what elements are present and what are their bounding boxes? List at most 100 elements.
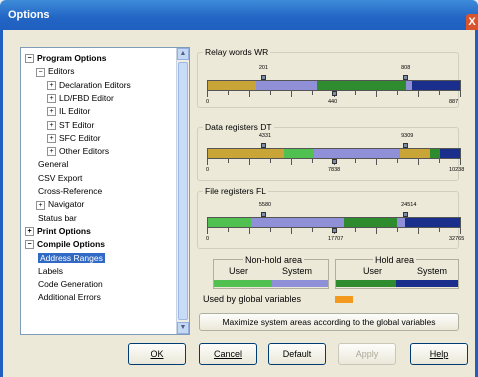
- collapse-icon[interactable]: −: [25, 54, 34, 64]
- tree-item[interactable]: CSV Export: [36, 172, 82, 185]
- tree-item-label: Other Editors: [59, 146, 110, 157]
- tree-item-label: Address Ranges: [38, 252, 105, 263]
- expand-icon[interactable]: +: [47, 80, 56, 90]
- close-icon[interactable]: X: [466, 14, 478, 30]
- scroll-down-icon[interactable]: ▼: [177, 322, 189, 334]
- tree-item[interactable]: − Compile Options: [25, 238, 105, 251]
- relay-bar-segment: [412, 81, 460, 90]
- relay-max-label: 887: [449, 99, 459, 105]
- legend-user-label: User: [229, 266, 249, 276]
- cancel-button[interactable]: Cancel: [199, 343, 257, 365]
- fl-max-label: 32765: [449, 236, 465, 242]
- relay-bottom-mark-label: 440: [328, 99, 338, 105]
- tree-item-label: Cross-Reference: [38, 186, 103, 196]
- tree-item[interactable]: + Other Editors: [47, 145, 109, 158]
- tree-item-label: General: [38, 159, 69, 170]
- relay-bottom-marker[interactable]: [332, 91, 337, 96]
- dt-bottom-marker[interactable]: [332, 159, 337, 164]
- relay-group-label: Relay words WR: [203, 47, 271, 57]
- tree-item[interactable]: + Navigator: [36, 198, 84, 211]
- default-label: Default: [282, 349, 312, 359]
- relay-top-mark-label: 808: [401, 65, 411, 71]
- tree-item-label: Additional Errors: [38, 292, 101, 303]
- maximize-system-areas-button[interactable]: Maximize system areas according to the g…: [199, 313, 459, 331]
- expand-icon[interactable]: +: [36, 200, 45, 210]
- dt-top-mark-label: 9309: [401, 133, 414, 139]
- dt-max-label: 10238: [449, 167, 465, 173]
- tree-item[interactable]: + LD/FBD Editor: [47, 92, 114, 105]
- dt-bottom-mark-label: 7838: [328, 167, 341, 173]
- tree-item[interactable]: Code Generation: [36, 278, 103, 291]
- hold-label: Hold area: [373, 255, 417, 265]
- fl-bottom-marker[interactable]: [332, 228, 337, 233]
- tree-item[interactable]: + SFC Editor: [47, 132, 101, 145]
- expand-icon[interactable]: +: [47, 107, 56, 117]
- ok-label: OK: [150, 349, 164, 359]
- expand-icon[interactable]: +: [47, 134, 56, 144]
- default-button[interactable]: Default: [268, 343, 326, 365]
- tree-item[interactable]: Status bar: [36, 212, 77, 225]
- collapse-icon[interactable]: −: [25, 240, 34, 250]
- expand-icon[interactable]: +: [25, 227, 34, 237]
- fl-bar-segment: [397, 218, 405, 227]
- relay-bar-segment: [316, 81, 406, 90]
- fl-top-mark-label: 5580: [258, 202, 272, 208]
- relay-top-mark-label: 201: [258, 65, 269, 71]
- tree-item-label: Labels: [38, 265, 64, 276]
- fl-min-label: 0: [206, 236, 210, 242]
- tree-item[interactable]: Cross-Reference: [36, 185, 102, 198]
- tree-item[interactable]: − Editors: [36, 65, 74, 78]
- relay-bar-segment: [255, 81, 317, 90]
- dt-bar-segment: [208, 149, 284, 158]
- collapse-icon[interactable]: −: [36, 67, 45, 77]
- apply-button[interactable]: Apply: [338, 343, 396, 365]
- legend-hold-user-label: User: [363, 266, 383, 276]
- global-vars-label: Used by global variables: [203, 294, 302, 304]
- dt-bar-segment: [429, 149, 440, 158]
- legend-hold-system-label: System: [417, 266, 448, 276]
- tree-item[interactable]: − Program Options: [25, 52, 106, 65]
- legend-hold-system-swatch: [396, 280, 458, 287]
- tree-item-label: Status bar: [38, 212, 77, 223]
- expand-icon[interactable]: +: [47, 120, 56, 130]
- tree-item[interactable]: + ST Editor: [47, 119, 94, 132]
- tree-item[interactable]: Labels: [36, 265, 63, 278]
- fl-bar-segment: [208, 218, 251, 227]
- dt-bar-segment: [399, 149, 430, 158]
- tree-item-label: Code Generation: [38, 279, 103, 290]
- options-tree[interactable]: ▲ ▼ − Program Options − Editors + Declaration…: [20, 47, 190, 335]
- tree-item-label: Declaration Editors: [59, 79, 131, 90]
- legend-global-swatch: [335, 296, 353, 303]
- relay-range-bar: [207, 80, 461, 91]
- expand-icon[interactable]: +: [47, 94, 56, 104]
- legend-hold-user-swatch: [336, 280, 396, 287]
- relay-bar-segment: [208, 81, 256, 90]
- relay-min-label: 0: [206, 99, 210, 105]
- dt-bar-segment: [283, 149, 314, 158]
- title-bar[interactable]: Options X: [0, 0, 478, 30]
- tree-item[interactable]: General: [36, 158, 68, 171]
- legend-nonhold-user-swatch: [214, 280, 272, 287]
- scroll-thumb[interactable]: [178, 62, 188, 320]
- fl-range-bar: [207, 217, 461, 228]
- expand-icon[interactable]: +: [47, 147, 56, 157]
- tree-item[interactable]: Additional Errors: [36, 291, 101, 304]
- tree-item[interactable]: + Print Options: [25, 225, 91, 238]
- legend-system-label: System: [282, 266, 313, 276]
- tree-item[interactable]: + Declaration Editors: [47, 79, 131, 92]
- scroll-up-icon[interactable]: ▲: [177, 48, 189, 60]
- help-button[interactable]: Help: [410, 343, 468, 365]
- tree-item[interactable]: Address Ranges: [36, 252, 105, 265]
- help-label: Help: [429, 349, 449, 359]
- tree-scrollbar[interactable]: ▲ ▼: [176, 48, 189, 334]
- fl-bar-segment: [404, 218, 460, 227]
- dt-group-label: Data registers DT: [203, 122, 274, 132]
- ok-button[interactable]: OK: [128, 343, 186, 365]
- apply-label: Apply: [355, 349, 379, 359]
- dt-min-label: 0: [206, 167, 210, 173]
- tree-item-label: CSV Export: [38, 172, 83, 183]
- cancel-label: Cancel: [213, 349, 242, 359]
- tree-item[interactable]: + IL Editor: [47, 105, 90, 118]
- tree-item-label: Program Options: [37, 53, 107, 63]
- tree-item-label: ST Editor: [59, 119, 95, 130]
